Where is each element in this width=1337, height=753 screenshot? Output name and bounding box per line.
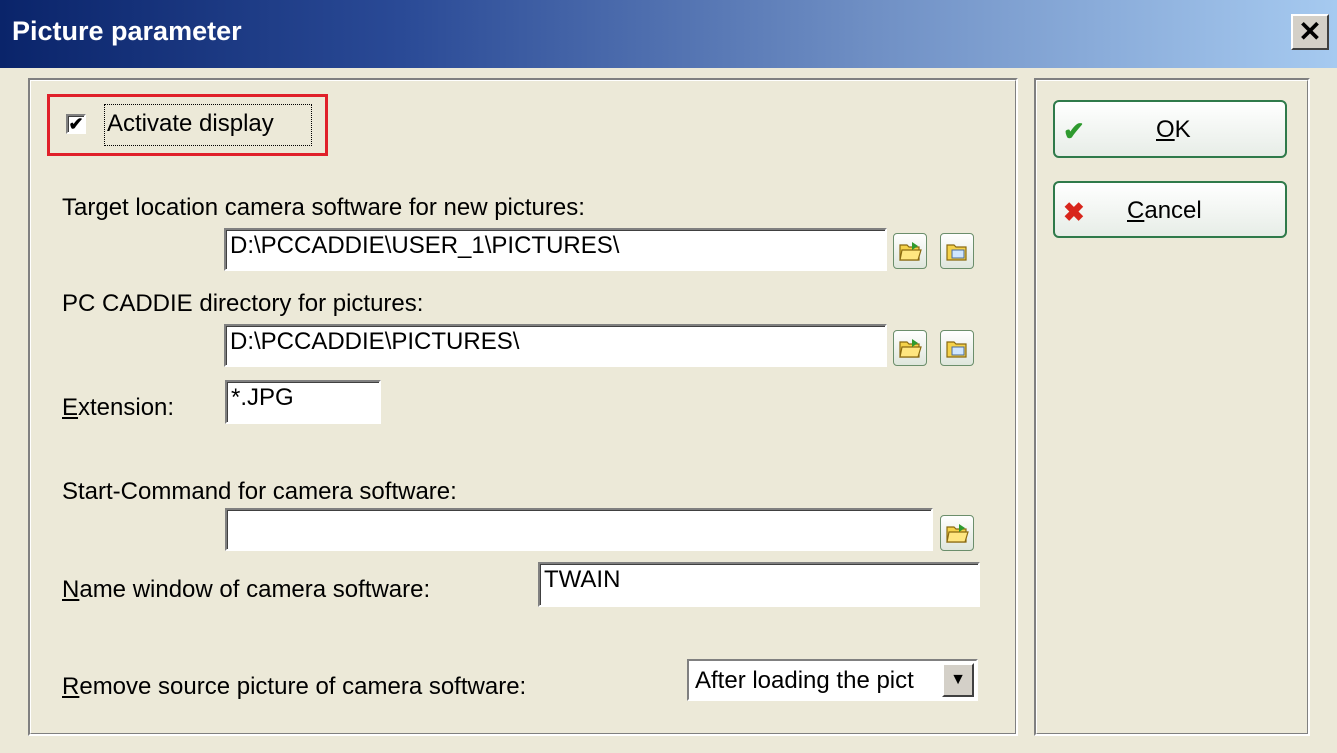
target-browse-button[interactable] [893,233,927,269]
pccaddie-dir-label: PC CADDIE directory for pictures: [62,290,424,317]
remove-source-mnemonic: R [62,673,80,700]
name-window-mnemonic: N [62,576,80,603]
remove-source-value: After loading the pict [695,667,914,694]
picture-parameter-dialog: Picture parameter ✕ ✔ Activate display T… [0,0,1337,753]
button-panel [1034,78,1310,736]
name-window-label-rest: ame window of camera software: [79,576,431,603]
cancel-mnemonic: C [1127,197,1145,224]
name-window-label: Name window of camera software: [62,576,430,604]
ok-label-rest: K [1174,116,1191,143]
cancel-label: Cancel [1127,197,1202,225]
folder-view-icon [946,341,967,358]
remove-source-label-rest: emove source picture of camera software: [79,673,527,700]
target-location-input[interactable]: D:\PCCADDIE\USER_1\PICTURES\ [224,228,887,271]
ok-button[interactable]: ✔ OK [1053,100,1287,158]
extension-mnemonic: E [62,394,79,421]
settings-panel [28,78,1018,736]
remove-source-select[interactable]: After loading the pict ▼ [687,659,978,701]
name-window-input[interactable]: TWAIN [538,562,980,607]
ok-label: OK [1156,116,1191,144]
pccaddie-browse-button[interactable] [893,330,927,366]
activate-display-checkbox[interactable]: ✔ [66,114,86,134]
start-command-input[interactable] [225,508,933,551]
pccaddie-dir-input[interactable]: D:\PCCADDIE\PICTURES\ [224,324,887,367]
chevron-down-icon: ▼ [950,671,966,688]
check-icon: ✔ [1063,116,1085,146]
activate-display-label[interactable]: Activate display [107,110,274,138]
cancel-label-rest: ancel [1144,197,1202,224]
close-button[interactable]: ✕ [1291,14,1329,50]
close-icon: ✕ [1298,16,1322,47]
target-location-label: Target location camera software for new … [62,194,585,221]
target-view-button[interactable] [940,233,974,269]
x-icon: ✖ [1063,197,1085,227]
ok-mnemonic: O [1156,116,1175,143]
start-command-browse-button[interactable] [940,515,974,551]
extension-label: Extension: [62,394,174,422]
checkmark-icon: ✔ [68,114,84,134]
start-command-label: Start-Command for camera software: [62,478,457,505]
remove-source-label: Remove source picture of camera software… [62,673,526,701]
pccaddie-view-button[interactable] [940,330,974,366]
extension-input[interactable]: *.JPG [225,380,381,424]
extension-label-rest: xtension: [78,394,175,421]
window-title: Picture parameter [12,16,242,46]
cancel-button[interactable]: ✖ Cancel [1053,181,1287,238]
folder-open-icon [899,242,922,261]
folder-open-icon [946,524,969,543]
folder-open-icon [899,339,922,358]
dropdown-arrow-button[interactable]: ▼ [942,663,974,697]
folder-view-icon [946,244,967,261]
title-bar: Picture parameter ✕ [0,0,1337,68]
